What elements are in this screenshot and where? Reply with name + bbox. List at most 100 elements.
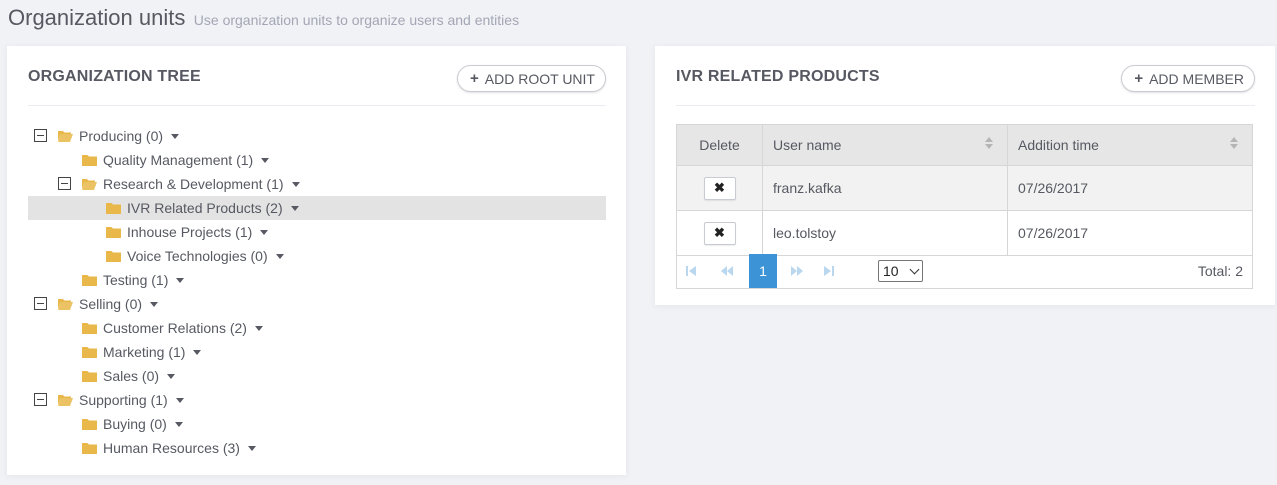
tree-node[interactable]: Research & Development (1) (28, 172, 606, 196)
tree-node[interactable]: Buying (0) (28, 412, 606, 436)
tree-node-label[interactable]: Buying (0) (103, 416, 183, 432)
organization-tree-header: ORGANIZATION TREE + ADD ROOT UNIT (28, 46, 606, 106)
tree-node[interactable]: Producing (0) (28, 124, 606, 148)
delete-cell: ✖ (676, 165, 763, 211)
tree-node-label[interactable]: Inhouse Projects (1) (127, 224, 269, 240)
table-row: ✖ leo.tolstoy 07/26/2017 (676, 210, 1253, 256)
addition-time-cell: 07/26/2017 (1007, 210, 1253, 256)
folder-icon (82, 418, 97, 430)
tree-node-text: Testing (1) (103, 272, 169, 288)
organization-tree-panel: ORGANIZATION TREE + ADD ROOT UNIT Produc… (7, 46, 626, 475)
sort-icon[interactable] (985, 137, 993, 149)
tree-node[interactable]: Marketing (1) (28, 340, 606, 364)
folder-icon (82, 370, 97, 382)
tree-node[interactable]: Human Resources (3) (28, 436, 606, 460)
tree-node-text: Sales (0) (103, 368, 160, 384)
column-header-addition-time-label: Addition time (1018, 137, 1099, 153)
tree-node[interactable]: Voice Technologies (0) (28, 244, 606, 268)
folder-icon (82, 322, 97, 334)
caret-down-icon[interactable] (275, 253, 284, 259)
caret-down-icon[interactable] (171, 133, 180, 139)
caret-down-icon[interactable] (260, 229, 269, 235)
tree-node-label[interactable]: Research & Development (1) (103, 176, 300, 192)
add-root-unit-button[interactable]: + ADD ROOT UNIT (457, 65, 606, 92)
column-header-addition-time[interactable]: Addition time (1007, 124, 1253, 166)
column-header-user-name[interactable]: User name (762, 124, 1008, 166)
page-header: Organization units Use organization unit… (8, 5, 519, 31)
members-header: IVR RELATED PRODUCTS + ADD MEMBER (676, 46, 1255, 106)
tree-node[interactable]: Quality Management (1) (28, 148, 606, 172)
tree-node-label[interactable]: Selling (0) (79, 296, 159, 312)
column-header-delete: Delete (676, 124, 763, 166)
tree-node-label[interactable]: Producing (0) (79, 128, 180, 144)
delete-member-button[interactable]: ✖ (703, 221, 736, 245)
tree-node[interactable]: Sales (0) (28, 364, 606, 388)
organization-tree-title: ORGANIZATION TREE (28, 68, 201, 85)
folder-icon (106, 202, 121, 214)
delete-member-button[interactable]: ✖ (703, 176, 736, 200)
delete-cell: ✖ (676, 210, 763, 256)
collapse-toggle-icon[interactable] (34, 393, 47, 406)
next-page-icon[interactable] (783, 255, 811, 288)
caret-down-icon[interactable] (291, 181, 300, 187)
folder-icon (106, 250, 121, 262)
table-row: ✖ franz.kafka 07/26/2017 (676, 165, 1253, 211)
page-size-value: 10 (883, 263, 899, 279)
table-header-row: Delete User name Addition time (676, 124, 1253, 166)
caret-down-icon[interactable] (150, 301, 159, 307)
first-page-icon[interactable] (677, 255, 705, 288)
caret-down-icon[interactable] (174, 421, 183, 427)
tree-node-text: Selling (0) (79, 296, 143, 312)
last-page-icon[interactable] (815, 255, 843, 288)
tree-node[interactable]: Supporting (1) (28, 388, 606, 412)
tree-node[interactable]: Customer Relations (2) (28, 316, 606, 340)
user-name-cell: leo.tolstoy (762, 210, 1008, 256)
current-page-button[interactable]: 1 (749, 254, 777, 288)
tree-node-label[interactable]: Customer Relations (2) (103, 320, 263, 336)
caret-down-icon[interactable] (176, 277, 185, 283)
total-count: Total: 2 (1197, 263, 1243, 279)
caret-down-icon[interactable] (290, 205, 299, 211)
tree-node[interactable]: Inhouse Projects (1) (28, 220, 606, 244)
organization-tree: Producing (0) Quality Management (1) Resea… (28, 124, 606, 460)
tree-node-label[interactable]: Marketing (1) (103, 344, 202, 360)
caret-down-icon[interactable] (193, 349, 202, 355)
tree-node-label[interactable]: Testing (1) (103, 272, 185, 288)
tree-node-text: Inhouse Projects (1) (127, 224, 253, 240)
tree-node[interactable]: IVR Related Products (2) (28, 196, 606, 220)
tree-node-label[interactable]: Supporting (1) (79, 392, 184, 408)
collapse-toggle-icon[interactable] (58, 177, 71, 190)
caret-down-icon[interactable] (261, 157, 270, 163)
caret-down-icon[interactable] (247, 445, 256, 451)
tree-node[interactable]: Selling (0) (28, 292, 606, 316)
previous-page-icon[interactable] (713, 255, 741, 288)
add-root-unit-label: ADD ROOT UNIT (484, 70, 595, 87)
tree-node-text: Research & Development (1) (103, 176, 284, 192)
plus-icon: + (1134, 70, 1144, 87)
folder-open-icon (82, 178, 97, 190)
tree-node-text: Human Resources (3) (103, 440, 240, 456)
caret-down-icon[interactable] (254, 325, 263, 331)
collapse-toggle-icon[interactable] (34, 129, 47, 142)
tree-node-text: IVR Related Products (2) (127, 200, 283, 216)
tree-node-label[interactable]: Sales (0) (103, 368, 176, 384)
page-size-select[interactable]: 10 (878, 260, 923, 282)
sort-icon[interactable] (1230, 137, 1238, 149)
page-subtitle: Use organization units to organize users… (193, 12, 520, 28)
collapse-toggle-icon[interactable] (34, 297, 47, 310)
tree-node-label[interactable]: Quality Management (1) (103, 152, 270, 168)
tree-node-label[interactable]: Voice Technologies (0) (127, 248, 284, 264)
add-member-button[interactable]: + ADD MEMBER (1121, 65, 1255, 92)
folder-icon (106, 226, 121, 238)
caret-down-icon[interactable] (167, 373, 176, 379)
caret-down-icon[interactable] (175, 397, 184, 403)
chevron-down-icon (909, 264, 920, 275)
add-member-label: ADD MEMBER (1149, 70, 1244, 87)
members-panel: IVR RELATED PRODUCTS + ADD MEMBER Delete… (655, 46, 1275, 305)
tree-node-label[interactable]: IVR Related Products (2) (127, 200, 299, 216)
addition-time-cell: 07/26/2017 (1007, 165, 1253, 211)
tree-node-text: Buying (0) (103, 416, 167, 432)
folder-open-icon (58, 394, 73, 406)
tree-node[interactable]: Testing (1) (28, 268, 606, 292)
tree-node-label[interactable]: Human Resources (3) (103, 440, 256, 456)
